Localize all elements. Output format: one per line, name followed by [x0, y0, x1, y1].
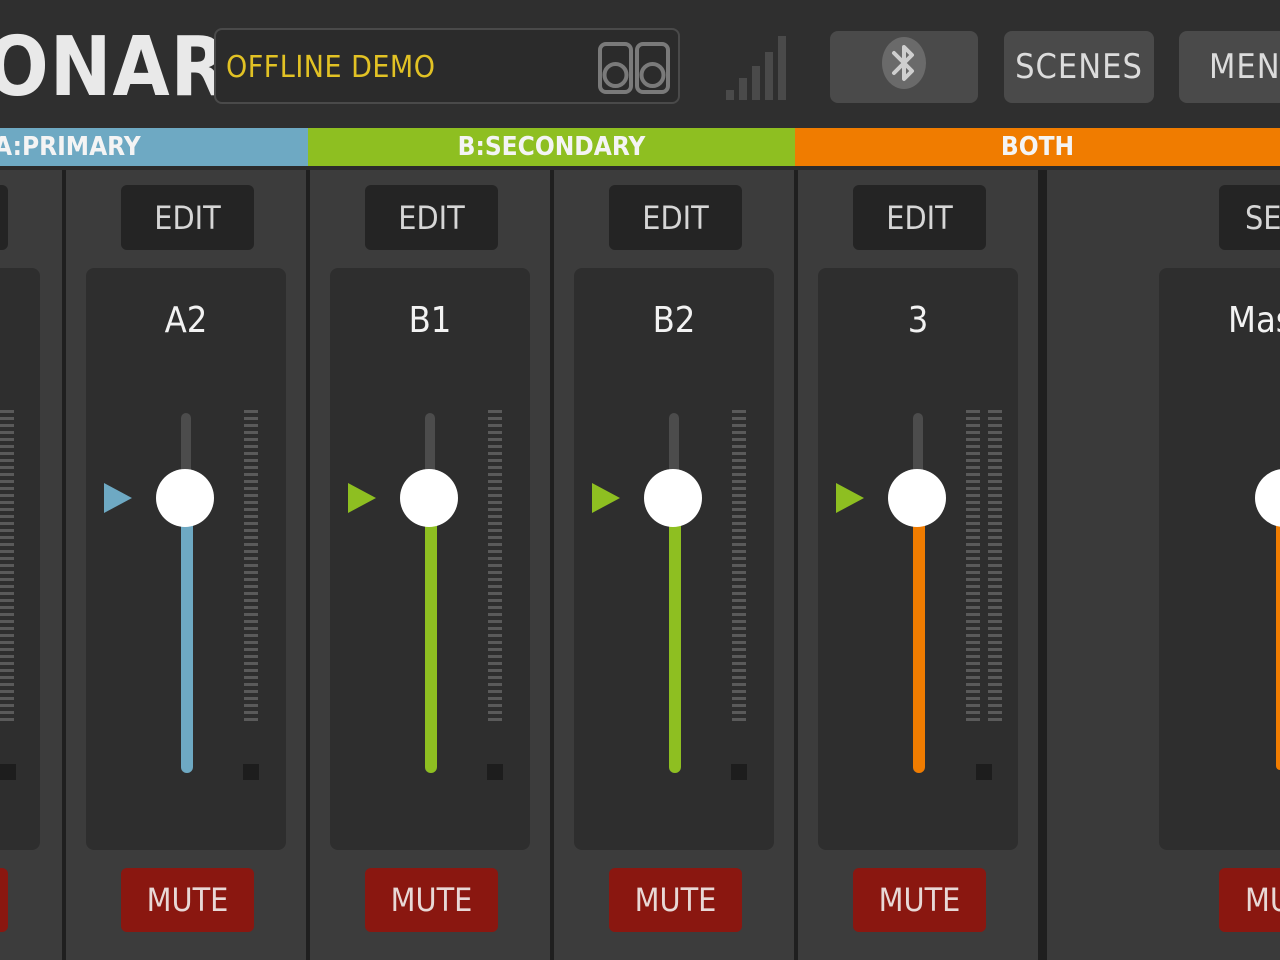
unity-marker-icon — [348, 483, 376, 513]
mute-button[interactable]: MUTE — [121, 868, 254, 932]
status-display: OFFLINE DEMO — [214, 28, 680, 104]
mute-button[interactable]: MUTE — [1219, 868, 1280, 932]
group-header-both: BOTH — [795, 128, 1280, 166]
app-logo: ONAR — [0, 20, 229, 115]
channel-name: B1 — [408, 300, 452, 341]
fader-level-fill — [1276, 500, 1280, 770]
unity-marker-icon — [836, 483, 864, 513]
fader-level-fill — [425, 498, 437, 773]
channel-strip-3: EDIT 3 MUTE — [798, 170, 1038, 960]
level-meter — [244, 410, 258, 722]
edit-button[interactable]: EDIT — [853, 185, 986, 250]
fader-level-fill — [913, 498, 925, 773]
fader-level-fill — [181, 498, 193, 773]
group-header-primary: A:PRIMARY — [0, 128, 308, 166]
channel-name: A2 — [164, 300, 208, 341]
bluetooth-icon — [880, 35, 928, 100]
mute-button[interactable]: MUTE — [365, 868, 498, 932]
signal-strength-icon — [722, 32, 794, 106]
clip-indicator — [243, 764, 259, 780]
edit-button[interactable] — [0, 185, 8, 250]
clip-indicator — [0, 764, 16, 780]
channel-name: B2 — [652, 300, 696, 341]
mute-button[interactable] — [0, 868, 8, 932]
channel-strip-master: SETUP Master MUTE — [1047, 170, 1280, 960]
top-bar: ONAR OFFLINE DEMO SCENES MEN — [0, 0, 1280, 128]
stereo-speakers-icon[interactable] — [598, 42, 670, 98]
fader-knob[interactable] — [644, 469, 702, 527]
fader-knob[interactable] — [156, 469, 214, 527]
edit-button[interactable]: EDIT — [121, 185, 254, 250]
clip-indicator — [976, 764, 992, 780]
bluetooth-button[interactable] — [830, 31, 978, 103]
channel-name: 3 — [907, 300, 929, 341]
edit-button[interactable]: EDIT — [365, 185, 498, 250]
level-meter-right — [988, 410, 1002, 722]
channel-strip-b1: EDIT B1 MUTE — [310, 170, 550, 960]
unity-marker-icon — [104, 483, 132, 513]
setup-button[interactable]: SETUP — [1219, 185, 1280, 250]
fader-knob[interactable] — [888, 469, 946, 527]
channel-strip-a1 — [0, 170, 62, 960]
group-header-secondary: B:SECONDARY — [308, 128, 795, 166]
edit-button[interactable]: EDIT — [609, 185, 742, 250]
channel-strip-a2: EDIT A2 MUTE — [66, 170, 306, 960]
clip-indicator — [487, 764, 503, 780]
mute-button[interactable]: MUTE — [609, 868, 742, 932]
channel-name: Master — [1228, 300, 1280, 341]
mute-button[interactable]: MUTE — [853, 868, 986, 932]
unity-marker-icon — [592, 483, 620, 513]
fader-level-fill — [669, 498, 681, 773]
fader-knob[interactable] — [400, 469, 458, 527]
strip-divider — [1038, 170, 1047, 960]
level-meter-left — [966, 410, 980, 722]
level-meter — [0, 410, 14, 722]
connection-status-text: OFFLINE DEMO — [226, 50, 436, 85]
scenes-button[interactable]: SCENES — [1004, 31, 1154, 103]
fader-panel — [1159, 268, 1280, 850]
level-meter — [732, 410, 746, 722]
level-meter — [488, 410, 502, 722]
clip-indicator — [731, 764, 747, 780]
menu-button[interactable]: MENU — [1179, 31, 1280, 103]
channel-strip-b2: EDIT B2 MUTE — [554, 170, 794, 960]
